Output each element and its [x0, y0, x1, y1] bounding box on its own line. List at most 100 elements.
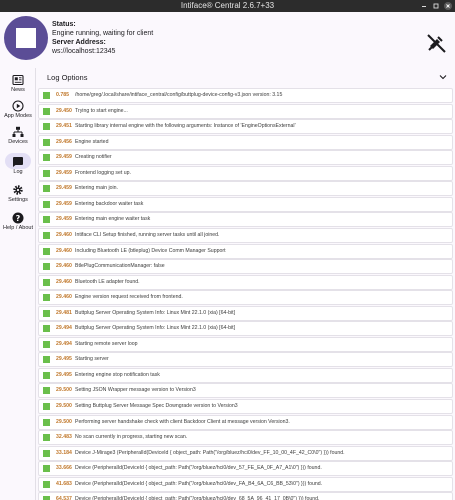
log-timestamp: 29.459 — [56, 216, 72, 223]
connection-off-icon — [425, 32, 447, 54]
log-timestamp: 33.666 — [56, 465, 72, 472]
log-message: Starting remote server loop — [75, 340, 138, 347]
minimize-icon[interactable] — [420, 2, 428, 10]
log-entry: 32.483 No scan currently in progress, sta… — [38, 430, 453, 446]
log-timestamp: 33.184 — [56, 449, 72, 456]
sidebar-item-log[interactable]: Log — [0, 153, 36, 176]
log-entry: 29.494 Buttplug Server Operating System I… — [38, 321, 453, 337]
log-entry: 29.456 Engine started — [38, 134, 453, 150]
log-timestamp: 29.460 — [56, 263, 72, 270]
log-timestamp: 29.450 — [56, 107, 72, 114]
log-entry: 29.459 Frontend logging set up. — [38, 165, 453, 181]
log-timestamp: 29.459 — [56, 169, 72, 176]
status-label: Status: — [52, 21, 76, 28]
log-message: Entering backdoor waiter task — [75, 200, 144, 207]
log-message: Device (PeripheralId(DeviceId { object_p… — [75, 496, 320, 500]
log-level-icon — [43, 449, 50, 457]
log-entry: 29.460 BtlePlugCommunicationManager: fals… — [38, 259, 453, 275]
log-level-icon — [43, 200, 50, 208]
log-timestamp: 64.537 — [56, 496, 72, 500]
log-entry: 29.460 Including Bluetooth LE (btleplug) … — [38, 243, 453, 259]
log-message: Including Bluetooth LE (btleplug) Device… — [75, 247, 226, 254]
log-message: Starting library internal engine with th… — [75, 123, 296, 130]
log-level-icon — [43, 340, 50, 348]
log-level-icon — [43, 403, 50, 410]
log-timestamp: 29.459 — [56, 185, 72, 192]
log-message: Buttplug Server Operating System Info: L… — [75, 309, 236, 316]
log-timestamp: 29.481 — [56, 309, 72, 316]
sidebar-item-settings[interactable]: Settings — [0, 184, 36, 204]
log-message: /home/greg/.local/share/intiface_central… — [75, 92, 283, 98]
log-options-header[interactable]: Log Options — [36, 68, 455, 86]
log-level-icon — [43, 496, 50, 500]
log-entry: 29.495 Entering engine stop notification … — [38, 367, 453, 383]
log-entry: 29.460 Bluetooth LE adapter found. — [38, 274, 453, 290]
log-level-icon — [43, 185, 50, 193]
svg-text:?: ? — [16, 214, 21, 223]
log-timestamp: 29.500 — [56, 403, 72, 409]
engine-stop-button[interactable] — [4, 16, 48, 60]
log-message: Performing server handshake check with c… — [75, 418, 290, 425]
close-icon[interactable] — [444, 2, 452, 10]
log-level-icon — [43, 418, 50, 426]
log-level-icon — [43, 434, 50, 442]
log-panel: Log Options 0.785/home/greg/.local/share… — [36, 68, 455, 500]
log-level-icon — [43, 278, 50, 286]
log-timestamp: 32.483 — [56, 434, 72, 441]
log-timestamp: 29.460 — [56, 231, 72, 238]
log-entry: 29.500 Performing server handshake check … — [38, 414, 453, 430]
log-entry: 29.500 Setting Buttplug Server Message Sp… — [38, 399, 453, 414]
log-entry: 29.495 Starting server — [38, 352, 453, 368]
server-address-value: ws://localhost:12345 — [52, 48, 116, 55]
log-timestamp: 29.494 — [56, 340, 72, 347]
log-entry: 29.459 Entering backdoor waiter task — [38, 196, 453, 212]
log-message: Frontend logging set up. — [75, 169, 131, 176]
log-message: Setting JSON Wrapper message version to … — [75, 387, 196, 394]
newspaper-icon — [12, 74, 24, 86]
log-entry: 29.460 Intiface CLI Setup finished, runni… — [38, 227, 453, 243]
log-options-title: Log Options — [47, 73, 88, 82]
log-entry: 29.460 Engine version request received fr… — [38, 290, 453, 306]
log-message: Engine version request received from fro… — [75, 294, 183, 301]
log-entry: 41.683 Device (PeripheralId(DeviceId { ob… — [38, 476, 453, 492]
device-hub-icon — [12, 126, 24, 137]
server-address-label: Server Address: — [52, 39, 106, 46]
log-level-icon — [43, 138, 50, 146]
log-timestamp: 29.459 — [56, 200, 72, 207]
stop-square-icon — [16, 28, 36, 48]
status-header: Status: Engine running, waiting for clie… — [0, 12, 455, 68]
sidebar: News App Modes Devices Log Settings ? He… — [0, 68, 36, 500]
sidebar-item-label: App Modes — [4, 113, 32, 119]
log-timestamp: 29.495 — [56, 371, 72, 378]
log-level-icon — [43, 387, 50, 395]
status-block: Status: Engine running, waiting for clie… — [52, 20, 153, 56]
sidebar-item-news[interactable]: News — [0, 74, 36, 94]
log-message: Device J-Mirage3 (PeripheralId(DeviceId … — [75, 449, 345, 456]
chevron-down-icon[interactable] — [439, 73, 447, 81]
log-entry: 33.666 Device (PeripheralId(DeviceId { ob… — [38, 461, 453, 477]
log-level-icon — [43, 465, 50, 473]
log-level-icon — [43, 216, 50, 224]
log-message: Starting server — [75, 356, 109, 363]
sidebar-item-label: News — [11, 87, 25, 93]
sidebar-item-label: Devices — [8, 139, 28, 145]
log-level-icon — [43, 154, 50, 162]
log-message: Creating notifier — [75, 154, 112, 161]
log-level-icon — [43, 247, 50, 255]
log-entry: 0.785/home/greg/.local/share/intiface_ce… — [38, 88, 453, 103]
log-timestamp: 29.500 — [56, 387, 72, 394]
log-entry: 29.500 Setting JSON Wrapper message versi… — [38, 383, 453, 399]
log-level-icon — [43, 231, 50, 239]
log-message: Trying to start engine... — [75, 107, 128, 114]
log-entry: 29.459 Entering main join. — [38, 181, 453, 197]
log-message: Entering main engine waiter task — [75, 216, 151, 223]
log-level-icon — [43, 92, 50, 99]
sidebar-item-help[interactable]: ? Help / About — [0, 212, 36, 232]
maximize-icon[interactable] — [432, 2, 440, 10]
sidebar-item-app-modes[interactable]: App Modes — [0, 100, 36, 120]
sidebar-item-devices[interactable]: Devices — [0, 126, 36, 146]
log-level-icon — [43, 356, 50, 364]
window-title: Intiface® Central 2.6.7+33 — [180, 1, 275, 10]
log-message: Bluetooth LE adapter found. — [75, 278, 140, 285]
log-entry: 64.537 Device (PeripheralId(DeviceId { ob… — [38, 492, 453, 500]
